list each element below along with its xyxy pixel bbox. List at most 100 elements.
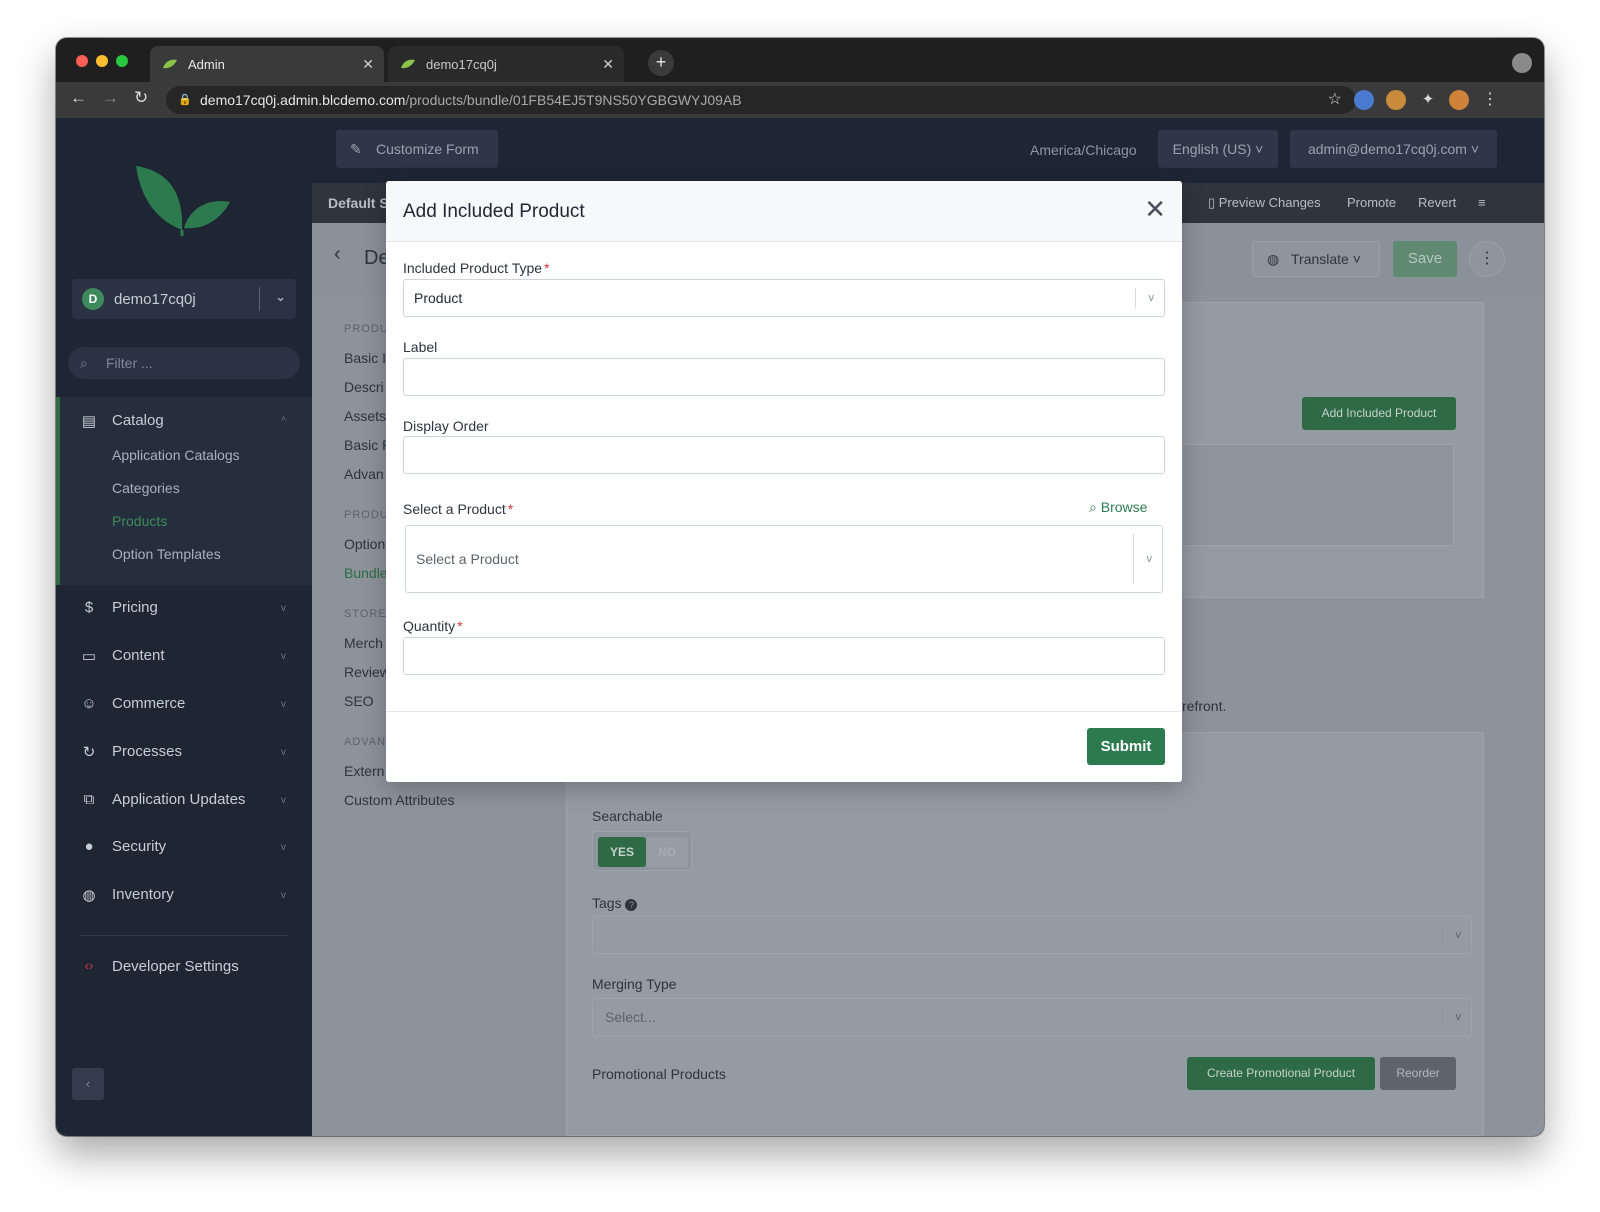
close-tab-icon[interactable]: ✕ [362,56,374,73]
chevron-up-icon[interactable]: ^ [281,416,286,427]
promote-button[interactable]: Promote [1347,195,1396,210]
user-email: admin@demo17cq0j.com [1307,141,1467,157]
sidebar-item-categories[interactable]: Categories [112,480,180,496]
chevron-down-icon: v [1146,553,1153,565]
sidebar-item-inventory[interactable]: Inventory [112,886,174,903]
label-field-label: Label [403,339,438,355]
included-product-type-select[interactable]: Product v [403,279,1165,317]
revert-button[interactable]: Revert [1418,195,1456,210]
form-nav-item[interactable]: SEO [344,693,374,709]
sidebar-item-application-catalogs[interactable]: Application Catalogs [112,447,240,463]
sidebar-item-catalog[interactable]: Catalog [112,412,164,429]
form-nav-item[interactable]: Assets [344,408,386,424]
form-nav-item[interactable]: Merch [344,635,383,651]
quantity-input[interactable] [403,637,1165,675]
quantity-label-text: Quantity [403,618,456,634]
cookie-extension-icon[interactable] [1386,90,1406,110]
help-icon[interactable]: ? [625,899,638,911]
close-tab-icon[interactable]: ✕ [602,56,614,73]
maximize-window-button[interactable] [116,55,128,67]
back-chevron-icon[interactable]: ‹ [334,243,341,266]
tab-search-icon[interactable] [1512,53,1532,73]
chevron-down-icon[interactable]: v [281,651,286,662]
sidebar-item-pricing[interactable]: Pricing [112,599,158,616]
form-nav-item-active[interactable]: Bundle [344,565,388,581]
sidebar-item-application-updates[interactable]: Application Updates [112,791,245,808]
chevron-down-icon[interactable]: v [281,842,286,853]
language-selector[interactable]: English (US) ˅ [1158,130,1278,168]
sandbox-context[interactable]: Default S [328,195,389,211]
chevron-down-icon[interactable]: v [281,699,286,710]
puzzle-extensions-icon[interactable]: ✦ [1418,90,1438,110]
sidebar-item-security[interactable]: Security [112,838,166,855]
merging-type-select[interactable]: Select... v [592,998,1472,1036]
required-marker: * [457,618,463,634]
form-nav-heading: STORE [344,608,387,620]
toggle-no[interactable]: NO [646,837,688,867]
customize-form-button[interactable]: ✎ Customize Form [336,130,498,168]
processes-icon: ↻ [82,744,96,761]
chevron-down-icon[interactable]: v [281,795,286,806]
form-nav-item[interactable]: Review [344,664,390,680]
label-input[interactable] [403,358,1165,396]
create-promotional-product-button[interactable]: Create Promotional Product [1187,1057,1375,1090]
chevron-down-icon[interactable]: v [281,603,286,614]
form-nav-item[interactable]: Advan [344,466,384,482]
leaf-icon [401,59,415,69]
modal-header: Add Included Product ✕ [386,181,1182,242]
sidebar-item-option-templates[interactable]: Option Templates [112,546,221,562]
address-bar[interactable]: 🔒 demo17cq0j.admin.blcdemo.com/products/… [166,86,1356,114]
translate-button[interactable]: ◍ Translate ˅ [1252,241,1380,277]
list-icon[interactable]: ≡ [1478,195,1486,210]
sidebar-item-processes[interactable]: Processes [112,743,182,760]
browse-button[interactable]: ⌕ Browse [1089,499,1147,516]
form-nav-item[interactable]: Option [344,536,385,552]
select-product-select[interactable]: Select a Product v [405,525,1163,593]
display-order-input[interactable] [403,436,1165,474]
browser-menu-icon[interactable]: ⋮ [1480,90,1500,110]
form-nav-item[interactable]: Custom Attributes [344,792,455,808]
form-nav-item[interactable]: Extern [344,763,384,779]
minimize-window-button[interactable] [96,55,108,67]
chevron-down-icon[interactable]: v [281,890,286,901]
preview-changes-button[interactable]: ▯ Preview Changes [1208,195,1321,211]
extension-icon[interactable] [1354,90,1374,110]
profile-avatar[interactable] [1449,90,1469,110]
sidebar-item-commerce[interactable]: Commerce [112,695,185,712]
searchable-toggle[interactable]: YES NO [592,831,692,871]
form-nav-item[interactable]: Basic I [344,350,386,366]
storefront-help-text: refront. [1182,698,1227,714]
merging-type-label: Merging Type [592,976,677,992]
divider [1442,925,1443,945]
reorder-button[interactable]: Reorder [1380,1057,1456,1090]
user-menu[interactable]: admin@demo17cq0j.com ˅ [1290,130,1497,168]
save-button[interactable]: Save [1393,241,1457,277]
close-window-button[interactable] [76,55,88,67]
add-included-product-button[interactable]: Add Included Product [1302,397,1456,430]
sidebar-item-developer-settings[interactable]: Developer Settings [112,958,239,975]
tags-select[interactable]: v [592,916,1472,954]
toggle-yes[interactable]: YES [598,837,646,867]
folder-icon: ▭ [81,648,97,665]
sidebar-item-content[interactable]: Content [112,647,165,664]
chevron-down-icon[interactable]: ⌄ [275,289,286,305]
forward-arrow-icon[interactable]: → [102,88,119,108]
close-icon[interactable]: ✕ [1144,195,1166,223]
sidebar-filter-input[interactable]: ⌕ Filter ... [68,347,300,379]
form-nav-item[interactable]: Descri [344,379,384,395]
catalog-icon: ▤ [81,413,97,430]
tenant-selector[interactable]: D demo17cq0j ⌄ [72,279,296,319]
collapse-sidebar-button[interactable]: ‹ [72,1068,104,1100]
new-tab-button[interactable]: + [648,50,674,76]
browser-tab-demo[interactable]: demo17cq0j ✕ [388,46,624,82]
sidebar-item-products[interactable]: Products [112,513,167,529]
search-icon: ⌕ [1089,499,1097,515]
reload-icon[interactable]: ↻ [134,88,148,108]
back-arrow-icon[interactable]: ← [70,88,87,108]
form-nav-item[interactable]: Basic P [344,437,391,453]
bookmark-star-icon[interactable]: ☆ [1328,86,1342,114]
submit-button[interactable]: Submit [1087,728,1165,765]
browser-tab-admin[interactable]: Admin ✕ [150,46,384,82]
more-options-icon[interactable]: ⋮ [1469,241,1505,277]
chevron-down-icon[interactable]: v [281,747,286,758]
